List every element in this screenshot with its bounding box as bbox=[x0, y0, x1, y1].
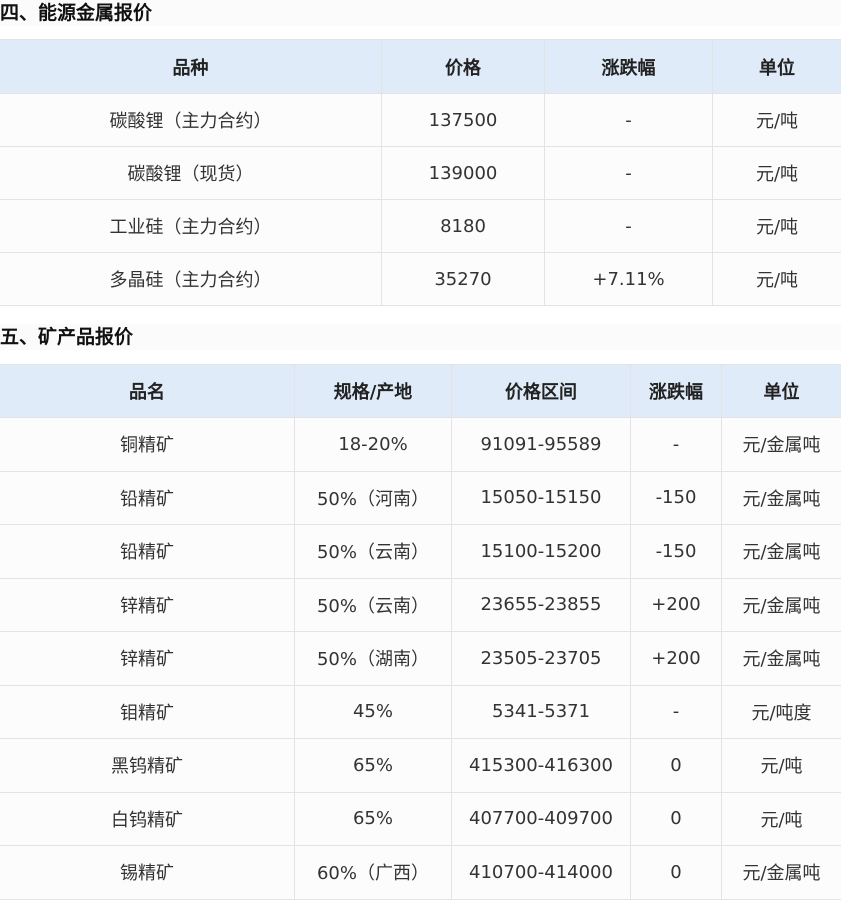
table-cell: 139000 bbox=[381, 146, 545, 200]
energy-metals-price-table: 品种 价格 涨跌幅 单位 碳酸锂（主力合约） 137500 - 元/吨 碳酸锂（… bbox=[0, 39, 841, 306]
section-title-energy-metals: 四、能源金属报价 bbox=[0, 0, 841, 26]
table-cell: 元/金属吨 bbox=[721, 845, 841, 900]
table-cell: 50%（河南） bbox=[294, 470, 452, 525]
table-cell: 91091-95589 bbox=[451, 417, 631, 472]
table-cell: 元/金属吨 bbox=[721, 470, 841, 525]
table-cell: 410700-414000 bbox=[451, 845, 631, 900]
table-cell: 多晶硅（主力合约） bbox=[0, 252, 382, 306]
table-row: 锡精矿 60%（广西） 410700-414000 0 元/金属吨 bbox=[0, 845, 841, 900]
table-cell: 50%（湖南） bbox=[294, 631, 452, 686]
table-cell: +200 bbox=[630, 631, 722, 686]
table-cell: 锌精矿 bbox=[0, 577, 295, 632]
table-cell: 锌精矿 bbox=[0, 631, 295, 686]
table-cell: -150 bbox=[630, 470, 722, 525]
table-row: 铜精矿 18-20% 91091-95589 - 元/金属吨 bbox=[0, 417, 841, 472]
table-cell: - bbox=[544, 199, 713, 253]
table-cell: 0 bbox=[630, 738, 722, 793]
column-header: 单位 bbox=[721, 364, 841, 418]
table-cell: - bbox=[630, 417, 722, 472]
table-cell: 50%（云南） bbox=[294, 524, 452, 579]
column-header: 涨跌幅 bbox=[630, 364, 722, 418]
table-row: 多晶硅（主力合约） 35270 +7.11% 元/吨 bbox=[0, 252, 841, 306]
table-cell: 工业硅（主力合约） bbox=[0, 199, 382, 253]
table-cell: 407700-409700 bbox=[451, 791, 631, 846]
table-cell: 5341-5371 bbox=[451, 684, 631, 739]
table-cell: 元/吨 bbox=[721, 791, 841, 846]
table-cell: 8180 bbox=[381, 199, 545, 253]
table-cell: 15100-15200 bbox=[451, 524, 631, 579]
table-cell: 元/金属吨 bbox=[721, 631, 841, 686]
mineral-products-price-table: 品名 规格/产地 价格区间 涨跌幅 单位 铜精矿 18-20% 91091-95… bbox=[0, 364, 841, 900]
table-cell: 元/吨度 bbox=[721, 684, 841, 739]
table-cell: 15050-15150 bbox=[451, 470, 631, 525]
table-cell: 钼精矿 bbox=[0, 684, 295, 739]
table-cell: +7.11% bbox=[544, 252, 713, 306]
table-cell: 元/金属吨 bbox=[721, 417, 841, 472]
table-cell: 415300-416300 bbox=[451, 738, 631, 793]
table-row: 黑钨精矿 65% 415300-416300 0 元/吨 bbox=[0, 738, 841, 793]
table-cell: 元/吨 bbox=[712, 146, 841, 200]
table-cell: - bbox=[544, 146, 713, 200]
table-cell: 137500 bbox=[381, 93, 545, 147]
table-cell: 65% bbox=[294, 738, 452, 793]
table-row: 工业硅（主力合约） 8180 - 元/吨 bbox=[0, 199, 841, 253]
table-cell: 元/吨 bbox=[721, 738, 841, 793]
table-cell: 铜精矿 bbox=[0, 417, 295, 472]
table-cell: 元/吨 bbox=[712, 93, 841, 147]
table-cell: 黑钨精矿 bbox=[0, 738, 295, 793]
table-cell: +200 bbox=[630, 577, 722, 632]
table-cell: -150 bbox=[630, 524, 722, 579]
table-cell: 23505-23705 bbox=[451, 631, 631, 686]
table-header-row: 品种 价格 涨跌幅 单位 bbox=[0, 39, 841, 94]
table-cell: 元/金属吨 bbox=[721, 577, 841, 632]
column-header: 规格/产地 bbox=[294, 364, 452, 418]
table-cell: 白钨精矿 bbox=[0, 791, 295, 846]
table-cell: 元/吨 bbox=[712, 252, 841, 306]
table-cell: 碳酸锂（主力合约） bbox=[0, 93, 382, 147]
table-cell: - bbox=[544, 93, 713, 147]
table-cell: 65% bbox=[294, 791, 452, 846]
table-row: 碳酸锂（现货） 139000 - 元/吨 bbox=[0, 146, 841, 200]
table-row: 锌精矿 50%（湖南） 23505-23705 +200 元/金属吨 bbox=[0, 631, 841, 686]
table-cell: 50%（云南） bbox=[294, 577, 452, 632]
table-cell: 18-20% bbox=[294, 417, 452, 472]
table-cell: 23655-23855 bbox=[451, 577, 631, 632]
table-row: 钼精矿 45% 5341-5371 - 元/吨度 bbox=[0, 684, 841, 739]
column-header: 品种 bbox=[0, 39, 382, 94]
table-cell: 0 bbox=[630, 845, 722, 900]
column-header: 品名 bbox=[0, 364, 295, 418]
table-row: 锌精矿 50%（云南） 23655-23855 +200 元/金属吨 bbox=[0, 577, 841, 632]
table-cell: - bbox=[630, 684, 722, 739]
table-cell: 元/金属吨 bbox=[721, 524, 841, 579]
table-cell: 35270 bbox=[381, 252, 545, 306]
table-cell: 元/吨 bbox=[712, 199, 841, 253]
table-cell: 碳酸锂（现货） bbox=[0, 146, 382, 200]
column-header: 价格 bbox=[381, 39, 545, 94]
table-cell: 45% bbox=[294, 684, 452, 739]
table-row: 铅精矿 50%（河南） 15050-15150 -150 元/金属吨 bbox=[0, 470, 841, 525]
table-row: 碳酸锂（主力合约） 137500 - 元/吨 bbox=[0, 93, 841, 147]
table-cell: 60%（广西） bbox=[294, 845, 452, 900]
table-header-row: 品名 规格/产地 价格区间 涨跌幅 单位 bbox=[0, 364, 841, 418]
table-cell: 0 bbox=[630, 791, 722, 846]
table-row: 白钨精矿 65% 407700-409700 0 元/吨 bbox=[0, 791, 841, 846]
table-cell: 铅精矿 bbox=[0, 470, 295, 525]
table-cell: 锡精矿 bbox=[0, 845, 295, 900]
section-title-mineral-products: 五、矿产品报价 bbox=[0, 324, 841, 350]
column-header: 价格区间 bbox=[451, 364, 631, 418]
column-header: 涨跌幅 bbox=[544, 39, 713, 94]
table-row: 铅精矿 50%（云南） 15100-15200 -150 元/金属吨 bbox=[0, 524, 841, 579]
column-header: 单位 bbox=[712, 39, 841, 94]
table-cell: 铅精矿 bbox=[0, 524, 295, 579]
